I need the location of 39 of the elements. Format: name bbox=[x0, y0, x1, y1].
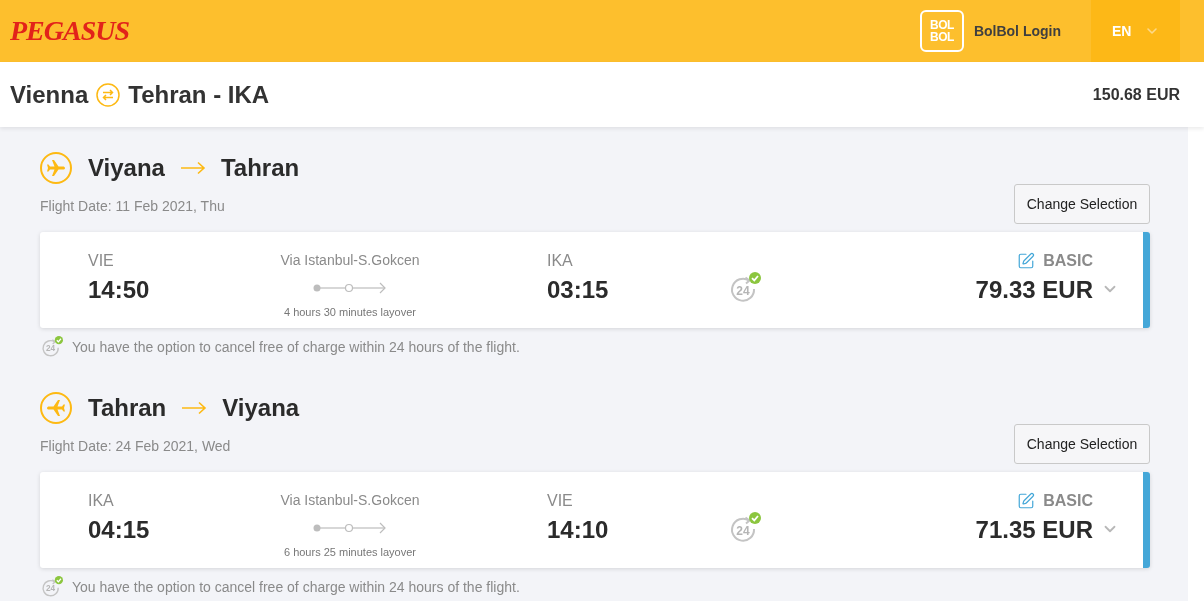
cancellation-note: You have the option to cancel free of charge within 24 hours of the flight. bbox=[72, 578, 520, 597]
fare-price: 79.33 EUR bbox=[975, 275, 1093, 305]
route-line-icon bbox=[313, 522, 387, 534]
origin-city: Viyana bbox=[88, 153, 165, 183]
fare-price: 71.35 EUR bbox=[975, 515, 1093, 545]
origin-city: Vienna bbox=[10, 79, 89, 110]
destination-city: Tahran bbox=[220, 153, 300, 183]
departure-time: 04:15 bbox=[88, 515, 151, 545]
departure-code: IKA bbox=[88, 491, 115, 511]
departure-time: 14:50 bbox=[88, 275, 151, 305]
cancellation-note: You have the option to cancel free of charge within 24 hours of the flight. bbox=[72, 338, 520, 357]
flight-card[interactable]: VIE 14:50 Via Istanbul-S.Gokcen 4 hours 30 minutes layover IKA 03:15 24 BASIC 79.33 EUR bbox=[40, 232, 1150, 328]
arrival-code: IKA bbox=[547, 251, 574, 271]
flight-date: Flight Date: 11 Feb 2021, Thu bbox=[40, 197, 225, 216]
destination-city: Tehran - IKA bbox=[128, 79, 270, 110]
arrow-right-icon bbox=[181, 401, 208, 415]
fare-label: BASIC bbox=[1043, 251, 1093, 271]
layover-text: 4 hours 30 minutes layover bbox=[283, 305, 417, 319]
change-selection-button[interactable]: Change Selection bbox=[1014, 184, 1150, 224]
arrow-right-icon bbox=[179, 161, 206, 175]
fare-label: BASIC bbox=[1043, 491, 1093, 511]
total-price: 150.68 EUR bbox=[1092, 84, 1180, 105]
via-text: Via Istanbul-S.Gokcen bbox=[280, 491, 420, 510]
edit-icon bbox=[1017, 492, 1036, 510]
via-text: Via Istanbul-S.Gokcen bbox=[280, 251, 420, 270]
layover-text: 6 hours 25 minutes layover bbox=[283, 545, 417, 559]
flight-date: Flight Date: 24 Feb 2021, Wed bbox=[40, 437, 231, 456]
arrival-time: 14:10 bbox=[547, 515, 610, 545]
route-line-icon bbox=[313, 282, 387, 294]
flight-card[interactable]: IKA 04:15 Via Istanbul-S.Gokcen 6 hours 25 minutes layover VIE 14:10 24 BASIC 71.35 EUR bbox=[40, 472, 1150, 568]
edit-icon bbox=[1017, 252, 1036, 270]
departure-code: VIE bbox=[88, 251, 115, 271]
origin-city: Tahran bbox=[88, 393, 167, 423]
swap-icon bbox=[96, 82, 121, 107]
arrival-time: 03:15 bbox=[547, 275, 610, 305]
change-selection-button[interactable]: Change Selection bbox=[1014, 424, 1150, 464]
login-link[interactable]: BolBol Login bbox=[973, 21, 1061, 41]
destination-city: Viyana bbox=[222, 393, 300, 423]
arrival-code: VIE bbox=[547, 491, 574, 511]
